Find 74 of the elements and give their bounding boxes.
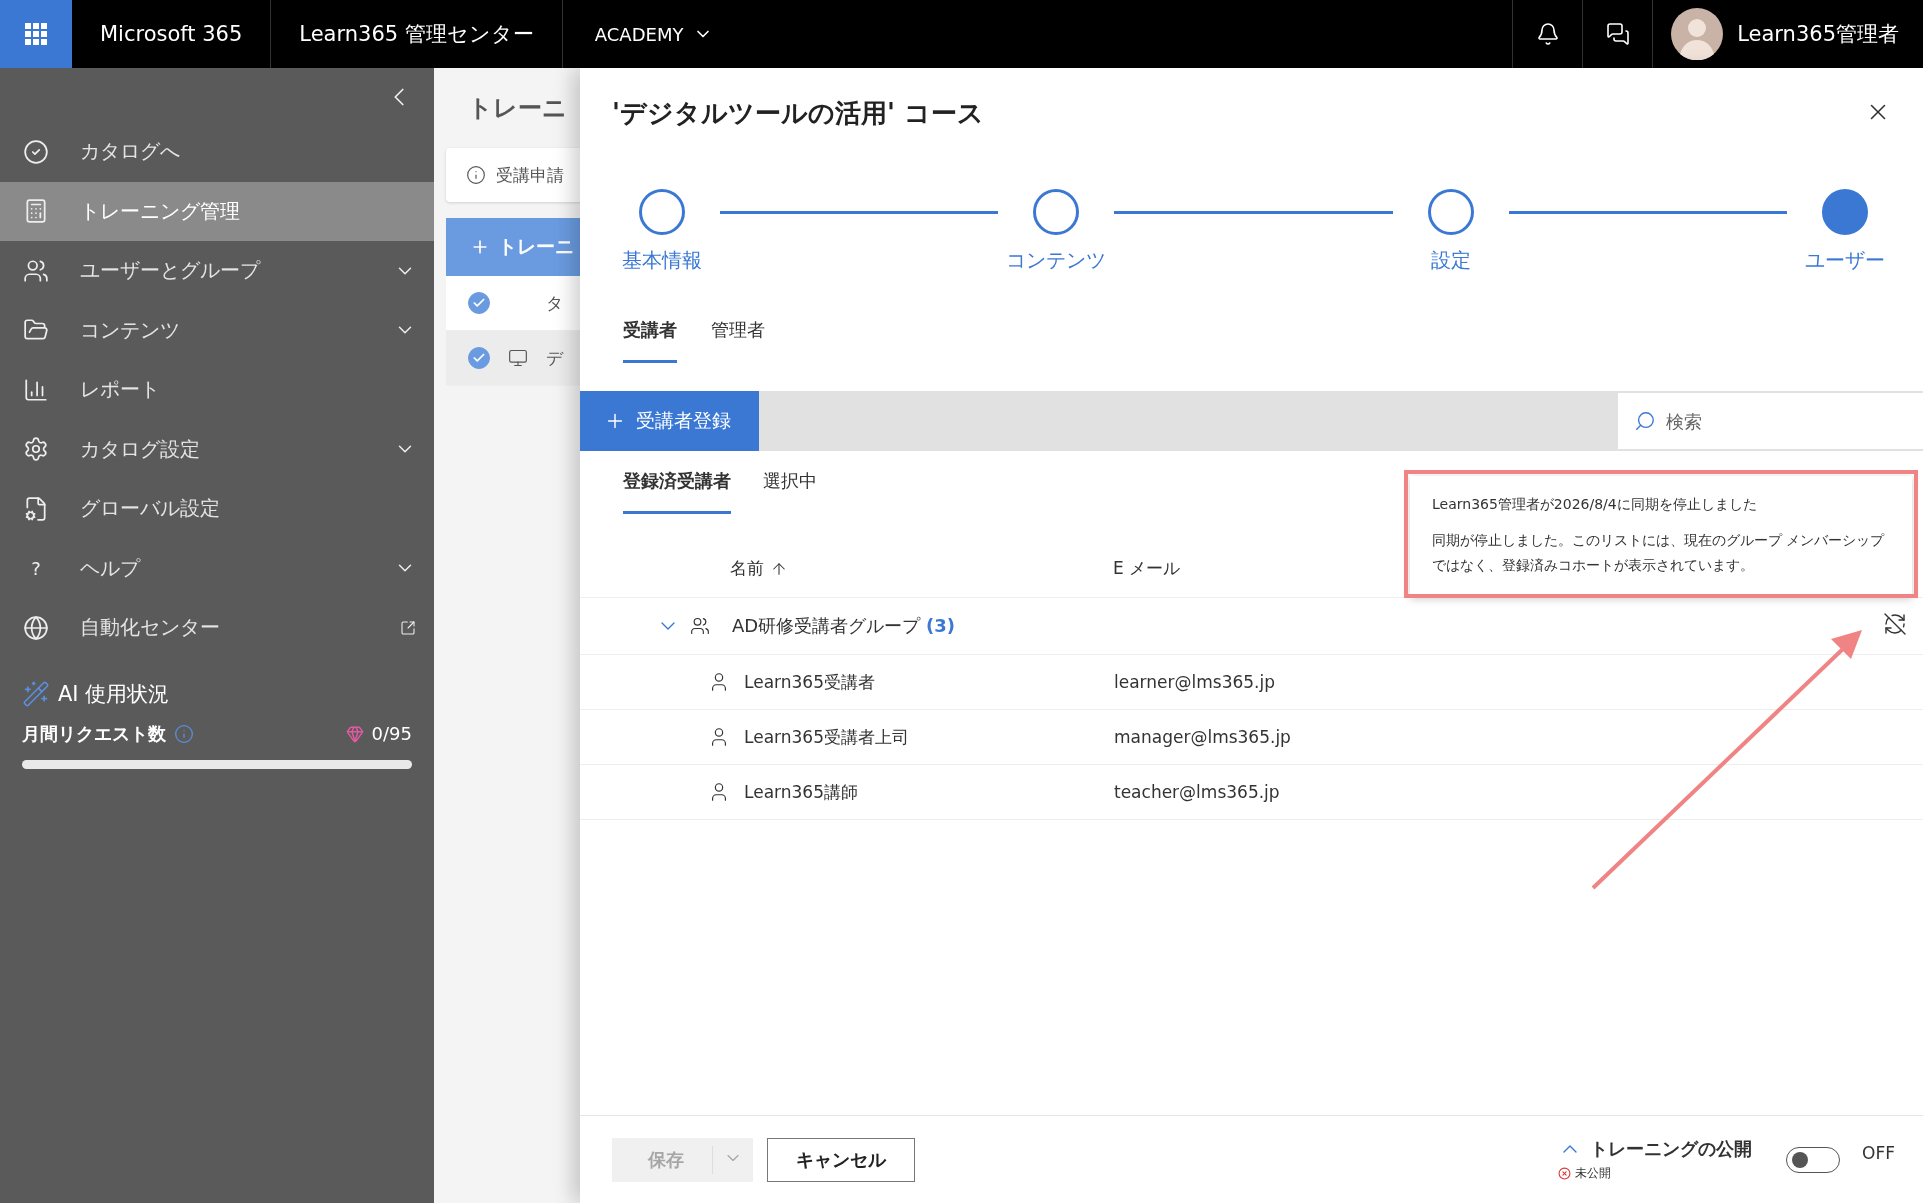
table-cell-text: manager@lms365.jp <box>1114 727 1292 747</box>
row-text: タ <box>546 291 563 315</box>
sub-tab[interactable]: 選択中 <box>763 469 817 514</box>
bar-chart-icon <box>23 376 49 403</box>
step-label[interactable]: 設定 <box>1430 247 1471 274</box>
nav-item[interactable]: グローバル設定 <box>0 479 434 539</box>
publish-toggle[interactable] <box>1786 1146 1841 1173</box>
document-gear-icon <box>23 495 49 522</box>
check-circle-icon <box>23 138 49 165</box>
checkmark-icon[interactable] <box>468 347 490 369</box>
app-launcher-button[interactable] <box>0 0 72 68</box>
table-cell-text: Learn365講師 <box>744 780 859 804</box>
search-field[interactable]: 検索 <box>1618 393 1923 449</box>
nav-item[interactable]: 自動化センター <box>0 598 434 658</box>
nav-item[interactable]: カタログへ <box>0 122 434 182</box>
avatar[interactable] <box>1671 8 1724 60</box>
toggle-label: OFF <box>1862 1142 1895 1163</box>
table-cell-text: Learn365受講者 <box>744 670 876 694</box>
cancel-button[interactable]: キャンセル <box>767 1137 915 1182</box>
request-count: 0/95 <box>371 723 412 744</box>
nav-item[interactable]: レポート <box>0 360 434 420</box>
nav-item[interactable]: ? ヘルプ <box>0 538 434 598</box>
tab[interactable]: 管理者 <box>711 318 765 363</box>
globe-icon <box>23 614 49 641</box>
page-title: トレーニ <box>467 93 568 124</box>
add-training-button[interactable]: トレーニ <box>446 218 580 276</box>
magic-wand-icon <box>22 679 50 708</box>
panel-title: 'デジタルツールの活用' コース <box>612 97 984 130</box>
column-header[interactable]: 名前 <box>730 557 1113 580</box>
request-count-label: 月間リクエスト数 <box>22 721 166 746</box>
list-row[interactable]: デ <box>446 331 580 386</box>
nav-item[interactable]: コンテンツ <box>0 300 434 360</box>
users-icon <box>23 257 49 284</box>
add-learner-button[interactable]: 受講者登録 <box>580 391 759 451</box>
admin-center-name: Learn365 管理センター <box>298 21 535 48</box>
group-icon <box>690 616 710 636</box>
sub-tab[interactable]: 登録済受講者 <box>623 469 731 514</box>
publish-status: 未公開 <box>1575 1165 1612 1182</box>
publish-label: トレーニングの公開 <box>1590 1137 1753 1161</box>
nav-item[interactable]: カタログ設定 <box>0 419 434 479</box>
nav-item[interactable]: ユーザーとグループ <box>0 241 434 301</box>
step-circle[interactable] <box>1427 189 1474 235</box>
table-cell-text: teacher@lms365.jp <box>1114 782 1281 802</box>
waffle-icon <box>25 23 47 45</box>
tab[interactable]: 受講者 <box>623 318 677 363</box>
user-name: Learn365管理者 <box>1737 21 1899 48</box>
monitor-icon <box>508 348 528 368</box>
app-name: Microsoft 365 <box>99 22 244 46</box>
group-name: AD研修受講者グループ (3) <box>732 614 955 638</box>
error-icon <box>1558 1167 1572 1180</box>
tooltip-title: Learn365管理者が2026/8/4に同期を停止しました <box>1432 496 1758 514</box>
step-label[interactable]: コンテンツ <box>1006 247 1107 274</box>
step-circle[interactable] <box>1822 189 1868 235</box>
help-icon: ? <box>31 557 41 579</box>
table-cell-text: Learn365受講者上司 <box>744 725 910 749</box>
checkmark-icon[interactable] <box>468 292 490 314</box>
step-label[interactable]: ユーザー <box>1805 247 1885 274</box>
notice-text: 受講申請 <box>496 163 564 187</box>
chat-icon <box>1605 22 1630 46</box>
sync-off-icon <box>1883 612 1907 636</box>
document-icon <box>23 198 49 225</box>
table-cell-text: learner@lms365.jp <box>1114 672 1277 692</box>
tooltip-text: 同期が停止しました。このリストには、現在のグループ メンバーシップではなく、登録済みコホートが表示されています。 <box>1432 531 1886 575</box>
step-label[interactable]: 基本情報 <box>622 247 702 274</box>
bell-icon <box>1535 22 1560 46</box>
ai-usage-title: AI 使用状況 <box>58 680 170 708</box>
step-circle[interactable] <box>639 189 685 235</box>
info-icon <box>466 165 486 185</box>
gem-icon <box>345 724 364 743</box>
settings-icon <box>23 436 49 463</box>
nav-item[interactable]: トレーニング管理 <box>0 181 434 241</box>
row-text: デ <box>546 346 563 370</box>
step-circle[interactable] <box>1033 189 1080 235</box>
tenant-dropdown[interactable]: ACADEMY <box>562 23 746 45</box>
